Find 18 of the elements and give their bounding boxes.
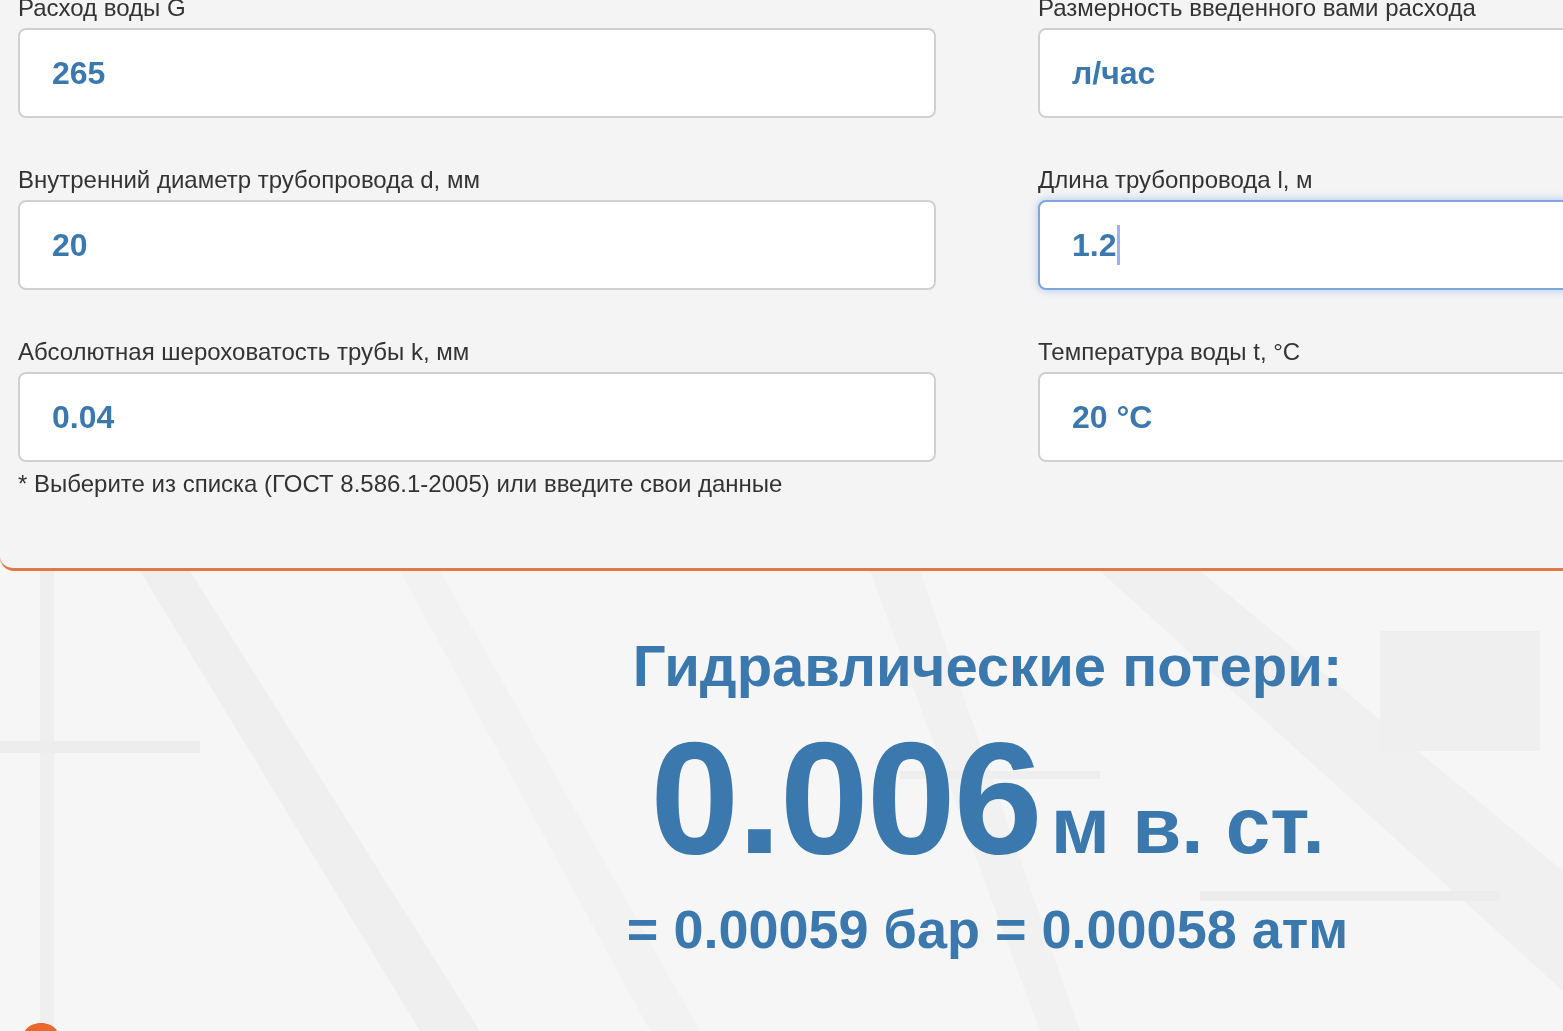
result-unit: м в. ст. — [1050, 780, 1325, 872]
result-heading: Гидравлические потери: — [632, 632, 1343, 700]
result-value: 0.006 — [650, 713, 1041, 883]
field-label: Размерность введенного вами расхода — [1038, 0, 1477, 22]
note-text: * Выберите из списка (ГОСТ 8.586.1-2005) или введите свои данные — [18, 470, 784, 498]
field-label: Внутренний диаметр трубопровода d, мм — [18, 166, 481, 194]
text-cursor — [1117, 225, 1121, 265]
input-field[interactable]: 265 — [18, 28, 936, 118]
field-label: Длина трубопровода l, м — [1038, 166, 1314, 194]
input-field[interactable]: л/час — [1038, 28, 1563, 118]
input-field[interactable]: 20 — [18, 200, 936, 290]
field-label: Абсолютная шероховатость трубы k, мм — [18, 338, 471, 366]
field-label: Расход воды G — [18, 0, 187, 22]
input-field[interactable]: 1.2 — [1038, 200, 1563, 290]
conversion-text: = 0.00059 бар = 0.00058 атм — [626, 898, 1349, 961]
field-label: Температура воды t, °C — [1038, 338, 1302, 366]
input-field[interactable]: 0.04 — [18, 372, 936, 462]
input-field[interactable]: 20 °C — [1038, 372, 1563, 462]
